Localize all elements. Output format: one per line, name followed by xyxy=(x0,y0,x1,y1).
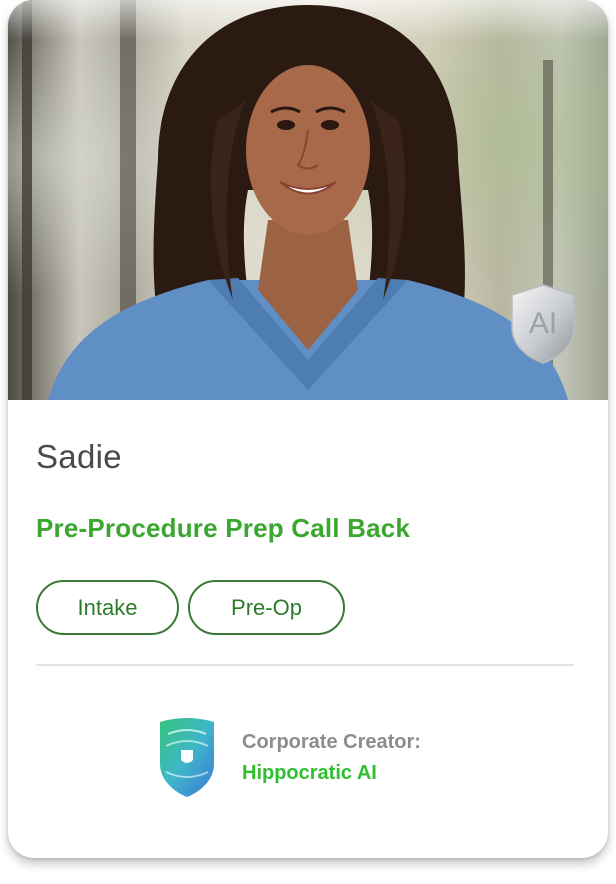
hippocratic-shield-logo-icon xyxy=(160,718,214,797)
agent-card[interactable]: AI Sadie Pre-Procedure Prep Call Back In… xyxy=(8,0,608,858)
tag-list: Intake Pre-Op xyxy=(36,580,345,635)
agent-role: Pre-Procedure Prep Call Back xyxy=(36,513,411,543)
agent-photo: AI xyxy=(8,0,608,400)
agent-name: Sadie xyxy=(36,438,122,475)
tag-intake[interactable]: Intake xyxy=(36,580,179,635)
creator-label: Corporate Creator: xyxy=(242,731,421,753)
creator-organization[interactable]: Hippocratic AI xyxy=(242,762,377,785)
creator-section: Corporate Creator: Hippocratic AI xyxy=(154,716,474,800)
tag-pre-op[interactable]: Pre-Op xyxy=(188,580,345,635)
divider xyxy=(36,664,574,666)
ai-shield-icon: AI xyxy=(511,284,575,364)
svg-text:AI: AI xyxy=(529,307,557,340)
